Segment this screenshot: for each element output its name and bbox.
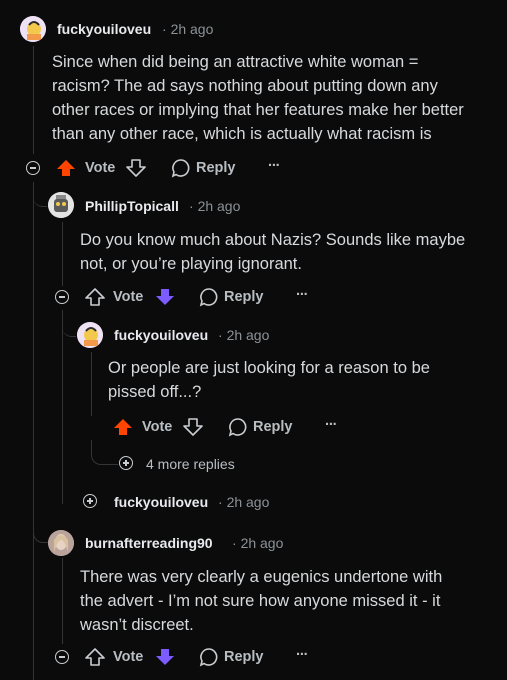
reply-icon[interactable] xyxy=(199,647,219,667)
expand-icon[interactable] xyxy=(83,494,97,508)
comment-line: Do you know much about Nazis? Sounds lik… xyxy=(80,231,466,249)
upvote-icon[interactable] xyxy=(85,288,105,306)
reply-button[interactable]: Reply xyxy=(253,419,293,435)
more-options-button[interactable]: ··· xyxy=(296,647,308,663)
thread-line xyxy=(33,182,34,680)
comment-time: · 2h ago xyxy=(162,21,213,37)
expand-icon[interactable] xyxy=(119,456,133,470)
comment-line: other races or implying that her feature… xyxy=(52,101,464,119)
comment-line: Or people are just looking for a reason … xyxy=(108,359,430,377)
reply-icon[interactable] xyxy=(228,417,248,437)
comment-line: than any other race, which is actually w… xyxy=(52,125,432,143)
more-options-button[interactable]: ··· xyxy=(296,287,308,303)
avatar[interactable] xyxy=(20,16,46,42)
reply-icon[interactable] xyxy=(199,287,219,307)
timestamp: 2h ago xyxy=(170,21,214,37)
avatar[interactable] xyxy=(48,530,74,556)
more-replies-link[interactable]: 4 more replies xyxy=(146,456,235,472)
comment-time: · 2h ago xyxy=(218,494,269,510)
more-options-button[interactable]: ··· xyxy=(268,158,280,174)
thread-connector xyxy=(33,182,47,207)
comment-line: pissed off...? xyxy=(108,383,202,401)
dot-separator: · xyxy=(162,21,167,37)
comment-line: There was very clearly a eugenics undert… xyxy=(80,568,443,586)
thread-connector xyxy=(33,518,48,543)
dot-separator: · xyxy=(189,198,194,214)
comment-body: Since when did being an attractive white… xyxy=(52,50,502,146)
collapse-icon[interactable] xyxy=(26,161,40,175)
more-options-button[interactable]: ··· xyxy=(325,417,337,433)
thread-line xyxy=(91,352,92,416)
comment-body: Do you know much about Nazis? Sounds lik… xyxy=(80,228,500,276)
timestamp: 2h ago xyxy=(226,494,270,510)
username[interactable]: fuckyouiloveu xyxy=(57,21,151,37)
downvote-icon[interactable] xyxy=(155,648,175,666)
thread-line xyxy=(62,222,63,286)
vote-label: Vote xyxy=(113,649,144,665)
thread-line xyxy=(33,46,34,154)
comment-line: Since when did being an attractive white… xyxy=(52,53,419,71)
avatar[interactable] xyxy=(77,322,103,348)
comment-line: not, or you’re playing ignorant. xyxy=(80,255,302,273)
upvote-icon[interactable] xyxy=(85,648,105,666)
timestamp: 2h ago xyxy=(240,535,284,551)
username[interactable]: PhillipTopicall xyxy=(85,198,179,214)
thread-line xyxy=(62,310,63,504)
timestamp: 2h ago xyxy=(197,198,241,214)
thread-connector xyxy=(91,440,118,465)
upvote-icon[interactable] xyxy=(56,159,76,177)
dot-separator: · xyxy=(232,535,237,551)
collapsed-username[interactable]: fuckyouiloveu xyxy=(114,494,208,510)
comment-line: wasn’t discreet. xyxy=(80,616,194,634)
upvote-icon[interactable] xyxy=(113,418,133,436)
comment-body: There was very clearly a eugenics undert… xyxy=(80,565,500,637)
thread-connector xyxy=(62,310,76,337)
dot-separator: · xyxy=(218,327,223,343)
collapse-icon[interactable] xyxy=(55,290,69,304)
username[interactable]: burnafterreading90 xyxy=(85,535,213,551)
comment-time: · 2h ago xyxy=(232,535,283,551)
reply-button[interactable]: Reply xyxy=(224,649,264,665)
timestamp: 2h ago xyxy=(226,327,270,343)
downvote-icon[interactable] xyxy=(183,418,203,436)
comment-line: the advert - I’m not sure how anyone mis… xyxy=(80,592,441,610)
comment-time: · 2h ago xyxy=(218,327,269,343)
downvote-icon[interactable] xyxy=(126,159,146,177)
username[interactable]: fuckyouiloveu xyxy=(114,327,208,343)
reply-icon[interactable] xyxy=(171,158,191,178)
avatar[interactable] xyxy=(48,192,74,218)
thread-line xyxy=(62,558,63,644)
reply-button[interactable]: Reply xyxy=(224,289,264,305)
dot-separator: · xyxy=(218,494,223,510)
comment-line: racism? The ad says nothing about puttin… xyxy=(52,77,438,95)
comment-body: Or people are just looking for a reason … xyxy=(108,356,498,404)
vote-label: Vote xyxy=(85,160,116,176)
downvote-icon[interactable] xyxy=(155,288,175,306)
vote-label: Vote xyxy=(113,289,144,305)
comment-time: · 2h ago xyxy=(189,198,240,214)
reply-button[interactable]: Reply xyxy=(196,160,236,176)
vote-label: Vote xyxy=(142,419,173,435)
collapse-icon[interactable] xyxy=(55,650,69,664)
